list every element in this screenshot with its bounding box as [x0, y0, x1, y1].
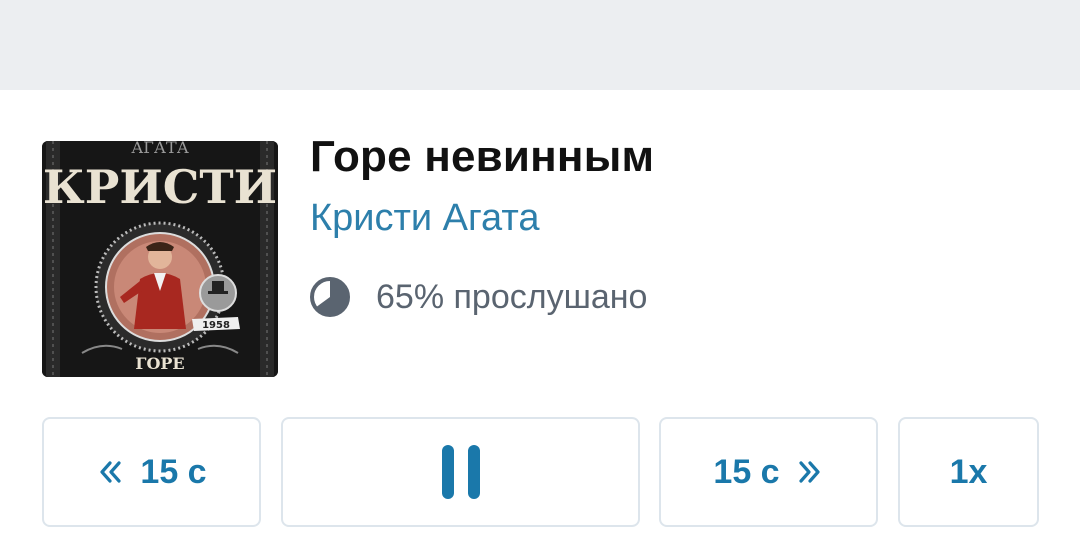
listening-progress: 65% прослушано — [308, 272, 647, 322]
book-title: Горе невинным — [310, 132, 655, 181]
cover-top-text: АГАТА — [131, 141, 189, 157]
rewind-15-button[interactable]: 15 с — [42, 417, 261, 527]
pause-button[interactable] — [281, 417, 640, 527]
book-cover-image: АГАТА КРИСТИ 1958 ГОРЕ — [42, 141, 278, 377]
book-author[interactable]: Кристи Агата — [310, 197, 539, 240]
progress-label: 65% прослушано — [376, 277, 648, 316]
book-cover[interactable]: АГАТА КРИСТИ 1958 ГОРЕ — [42, 141, 278, 377]
cover-year: 1958 — [202, 320, 230, 331]
playback-speed-button[interactable]: 1x — [898, 417, 1039, 527]
cover-series-text: КРИСТИ — [43, 160, 277, 214]
pie-progress-icon — [310, 277, 350, 317]
cover-bottom-text: ГОРЕ — [135, 354, 184, 373]
pause-icon — [441, 445, 480, 499]
forward-label: 15 с — [713, 452, 780, 491]
top-bar — [0, 0, 1080, 90]
double-chevron-right-icon — [798, 461, 820, 483]
speed-label: 1x — [949, 452, 988, 491]
rewind-label: 15 с — [140, 452, 207, 491]
double-chevron-left-icon — [100, 461, 122, 483]
forward-15-button[interactable]: 15 с — [659, 417, 878, 527]
